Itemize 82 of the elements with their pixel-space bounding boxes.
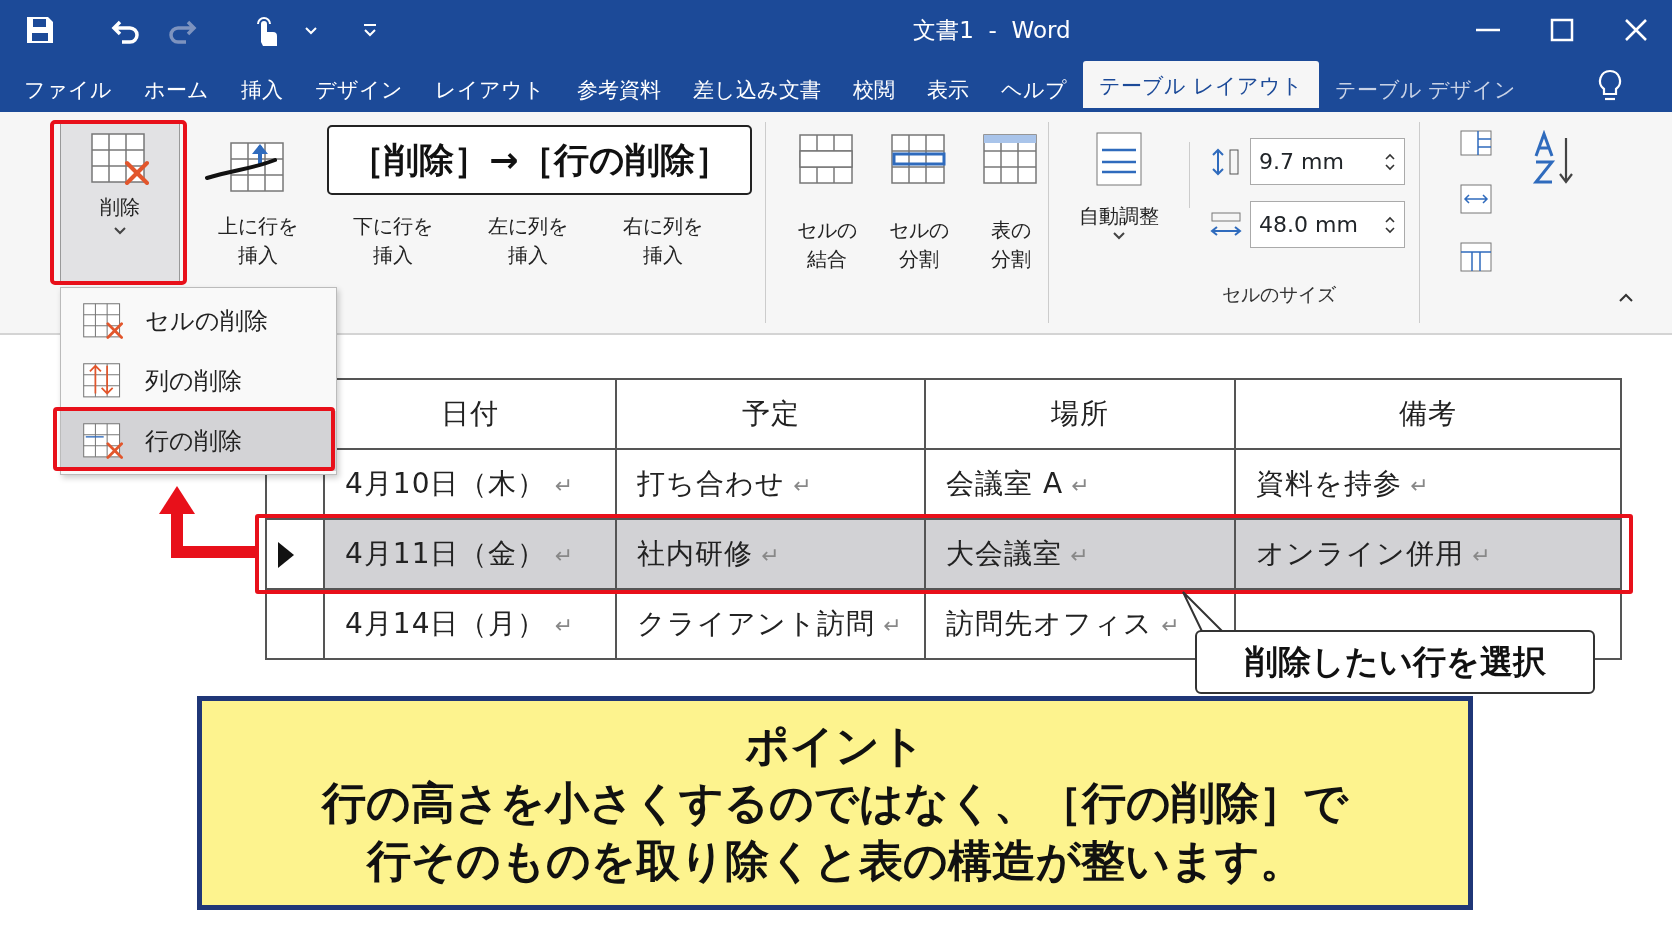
delete-button[interactable]: 削除 bbox=[60, 122, 180, 282]
spin-field[interactable]: 9.7 mm bbox=[1250, 138, 1405, 185]
table-split-icon bbox=[983, 134, 1039, 186]
row-selector-icon[interactable] bbox=[277, 541, 295, 569]
table-tool-button[interactable]: セルの 分割 bbox=[888, 134, 950, 333]
point-text: 行の高さを小さくするのではなく、［行の削除］で bbox=[322, 776, 1348, 831]
ribbon-tab[interactable]: 校閲 bbox=[837, 64, 911, 112]
cell-delete-icon bbox=[83, 302, 123, 340]
menu-item[interactable]: セルの削除 bbox=[61, 291, 336, 351]
table-cell: 4月10日（木） bbox=[345, 467, 547, 500]
customize-icon[interactable] bbox=[362, 23, 378, 37]
paragraph-mark: ↵ bbox=[554, 473, 574, 498]
collapse-icon[interactable] bbox=[1618, 292, 1634, 304]
table-cell: 4月11日（金） bbox=[345, 537, 547, 570]
close-icon[interactable] bbox=[1624, 18, 1648, 42]
maximize-icon[interactable] bbox=[1550, 18, 1574, 42]
save-icon[interactable] bbox=[24, 14, 56, 46]
point-title: ポイント bbox=[745, 719, 925, 774]
spinner-arrows-icon[interactable] bbox=[1384, 151, 1396, 172]
column-width-icon bbox=[1210, 210, 1242, 239]
ribbon-tab[interactable]: テーブル デザイン bbox=[1318, 64, 1533, 112]
table-cell: 資料を持参 bbox=[1256, 467, 1402, 500]
paragraph-mark: ↵ bbox=[761, 543, 781, 568]
cell-margin-icon[interactable] bbox=[1460, 184, 1492, 214]
table-tool-button[interactable]: 表の 分割 bbox=[980, 134, 1042, 333]
insert-button[interactable]: 上に行を 挿入 bbox=[205, 142, 310, 270]
point-text: 行そのものを取り除くと表の構造が整います。 bbox=[366, 833, 1304, 888]
paragraph-mark: ↵ bbox=[1472, 543, 1492, 568]
ribbon-tab[interactable]: ヘルプ bbox=[985, 64, 1083, 112]
row-height-icon bbox=[1210, 147, 1242, 176]
sort-icon[interactable] bbox=[1532, 130, 1576, 186]
table-delete-icon bbox=[91, 133, 149, 185]
column-header: 場所 bbox=[925, 379, 1235, 449]
insert-button[interactable]: 下に行を 挿入 bbox=[340, 212, 445, 270]
paragraph-mark: ↵ bbox=[1161, 613, 1181, 638]
ribbon-tab[interactable]: 差し込み文書 bbox=[677, 64, 837, 112]
table-cell: 訪問先オフィス bbox=[946, 607, 1153, 640]
paragraph-mark: ↵ bbox=[554, 613, 574, 638]
autofit-icon bbox=[1096, 132, 1142, 186]
text-direction-icon[interactable] bbox=[1460, 130, 1492, 156]
paragraph-mark: ↵ bbox=[1070, 543, 1090, 568]
table-cell: 大会議室 bbox=[946, 537, 1062, 570]
instruction-label: ［削除］→［行の削除］ bbox=[327, 125, 752, 195]
ribbon-tab[interactable]: 挿入 bbox=[225, 64, 299, 112]
ribbon-tab[interactable]: ホーム bbox=[128, 64, 225, 112]
lightbulb-icon[interactable] bbox=[1596, 69, 1624, 103]
ribbon-tab[interactable]: レイアウト bbox=[419, 64, 561, 112]
paragraph-mark: ↵ bbox=[793, 473, 813, 498]
column-delete-icon bbox=[83, 362, 123, 400]
table-cell: 4月14日（月） bbox=[345, 607, 547, 640]
ribbon-tab[interactable]: ファイル bbox=[8, 64, 128, 112]
paragraph-mark: ↵ bbox=[883, 613, 903, 638]
window-title: 文書1 - Word bbox=[912, 15, 1072, 45]
repeat-header-icon[interactable] bbox=[1460, 242, 1492, 272]
ribbon-tab[interactable]: デザイン bbox=[299, 64, 419, 112]
column-header: 備考 bbox=[1235, 379, 1621, 449]
caret-icon bbox=[1112, 231, 1126, 241]
split-cells-icon bbox=[891, 134, 947, 186]
paragraph-mark: ↵ bbox=[1410, 473, 1430, 498]
table-cell: クライアント訪問 bbox=[637, 607, 875, 640]
insert-button[interactable]: 右に列を 挿入 bbox=[610, 212, 715, 270]
table-cell: 会議室 A bbox=[946, 467, 1064, 500]
column-header: 予定 bbox=[616, 379, 925, 449]
paragraph-mark: ↵ bbox=[554, 543, 574, 568]
menu-item[interactable]: 行の削除 bbox=[61, 411, 336, 471]
table-tool-button[interactable]: セルの 結合 bbox=[796, 134, 858, 333]
caret-icon[interactable] bbox=[304, 25, 318, 35]
caret-icon bbox=[113, 226, 127, 236]
autofit-button[interactable]: 自動調整 bbox=[1069, 132, 1169, 248]
table-cell: 社内研修 bbox=[637, 537, 753, 570]
spin-field[interactable]: 48.0 mm bbox=[1250, 201, 1405, 248]
row-delete-icon bbox=[83, 422, 123, 460]
ribbon-tab[interactable]: 表示 bbox=[911, 64, 985, 112]
merge-cells-icon bbox=[799, 134, 855, 186]
paragraph-mark: ↵ bbox=[1071, 473, 1091, 498]
insert-row-icon bbox=[229, 142, 286, 194]
table-cell: 打ち合わせ bbox=[637, 467, 785, 500]
group-label: セルのサイズ bbox=[1221, 282, 1337, 307]
insert-button[interactable]: 左に列を 挿入 bbox=[475, 212, 580, 270]
ribbon-tab[interactable]: 参考資料 bbox=[561, 64, 677, 112]
table-cell: オンライン併用 bbox=[1256, 537, 1464, 570]
spinner-arrows-icon[interactable] bbox=[1384, 214, 1396, 235]
